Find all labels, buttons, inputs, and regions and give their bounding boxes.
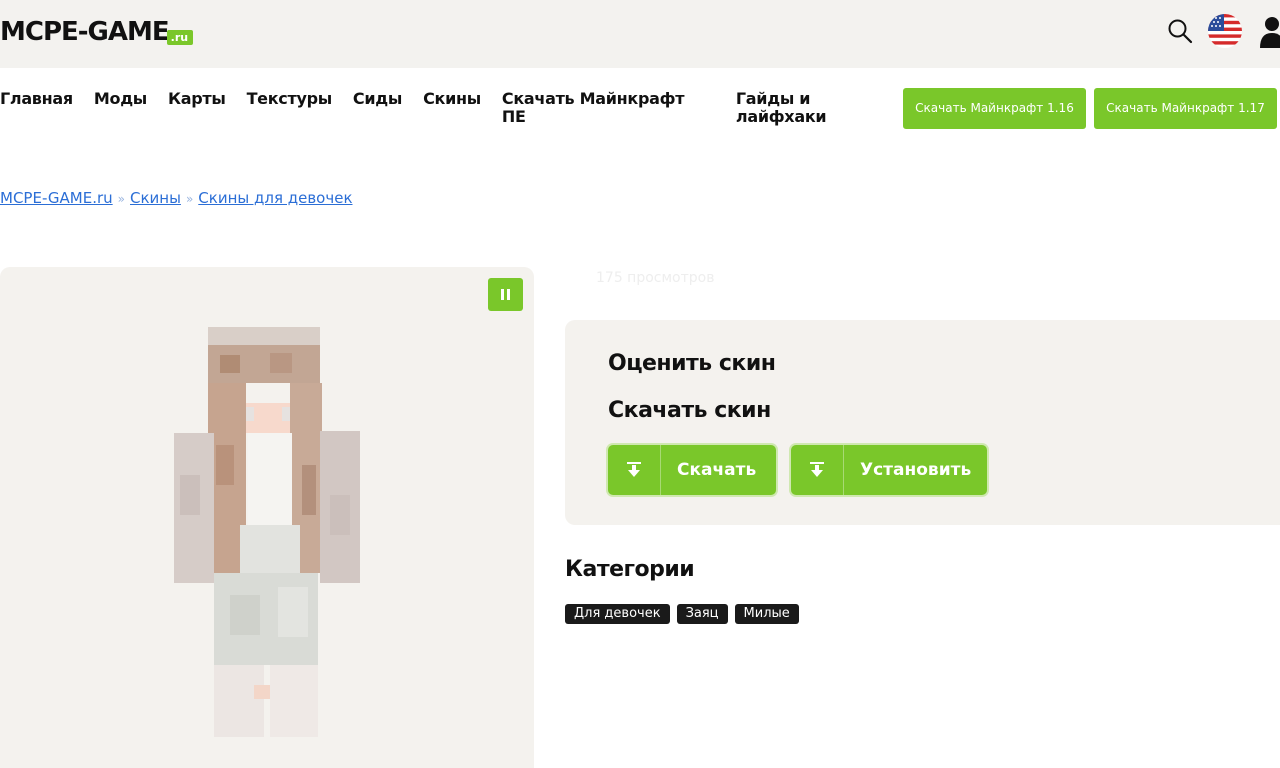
nav-item-maps[interactable]: Карты: [168, 90, 226, 108]
site-logo[interactable]: MCPE-GAME .ru: [0, 17, 194, 47]
main-nav: Главная Моды Карты Текстуры Сиды Скины С…: [0, 90, 856, 126]
tag-bunny[interactable]: Заяц: [676, 604, 728, 624]
nav-item-mods[interactable]: Моды: [94, 90, 147, 108]
breadcrumb-separator: »: [185, 192, 194, 206]
download-button-label: Скачать: [677, 460, 757, 480]
install-button[interactable]: Установить: [791, 445, 987, 495]
views-count: 175 просмотров: [596, 270, 715, 286]
user-icon[interactable]: [1256, 14, 1280, 48]
download-117-button[interactable]: Скачать Майнкрафт 1.17: [1094, 88, 1277, 129]
pause-icon: [501, 289, 504, 300]
download-skin-title: Скачать скин: [608, 398, 771, 423]
breadcrumb-skins[interactable]: Скины: [130, 189, 181, 207]
logo-main-text: MCPE-GAME: [0, 17, 170, 47]
breadcrumb: MCPE-GAME.ru » Скины » Скины для девочек: [0, 189, 353, 207]
breadcrumb-separator: »: [117, 192, 125, 206]
logo-suffix: .ru: [166, 30, 194, 45]
nav-item-guides[interactable]: Гайды и лайфхаки: [736, 90, 856, 126]
pause-button[interactable]: [488, 278, 523, 311]
header-icons: [1166, 14, 1280, 48]
nav-item-home[interactable]: Главная: [0, 90, 73, 108]
breadcrumb-girls-skins[interactable]: Скины для девочек: [198, 189, 352, 207]
breadcrumb-home[interactable]: MCPE-GAME.ru: [0, 189, 113, 207]
nav-item-seeds[interactable]: Сиды: [353, 90, 402, 108]
download-icon: [608, 445, 661, 495]
site-header: MCPE-GAME .ru: [0, 0, 1280, 68]
tag-cute[interactable]: Милые: [734, 604, 799, 624]
rate-skin-title: Оценить скин: [608, 351, 776, 376]
nav-item-textures[interactable]: Текстуры: [247, 90, 333, 108]
nav-item-download-pe[interactable]: Скачать Майнкрафт ПЕ: [502, 90, 712, 126]
search-icon[interactable]: [1166, 17, 1194, 45]
download-button[interactable]: Скачать: [608, 445, 776, 495]
categories-title: Категории: [565, 557, 695, 582]
install-button-label: Установить: [860, 460, 972, 480]
tag-for-girls[interactable]: Для девочек: [565, 604, 670, 624]
category-tags: Для девочек Заяц Милые: [565, 604, 799, 624]
us-flag-icon[interactable]: [1208, 14, 1242, 48]
nav-item-skins[interactable]: Скины: [423, 90, 481, 108]
skin-preview[interactable]: [170, 325, 365, 740]
install-icon: [791, 445, 844, 495]
download-116-button[interactable]: Скачать Майнкрафт 1.16: [903, 88, 1086, 129]
